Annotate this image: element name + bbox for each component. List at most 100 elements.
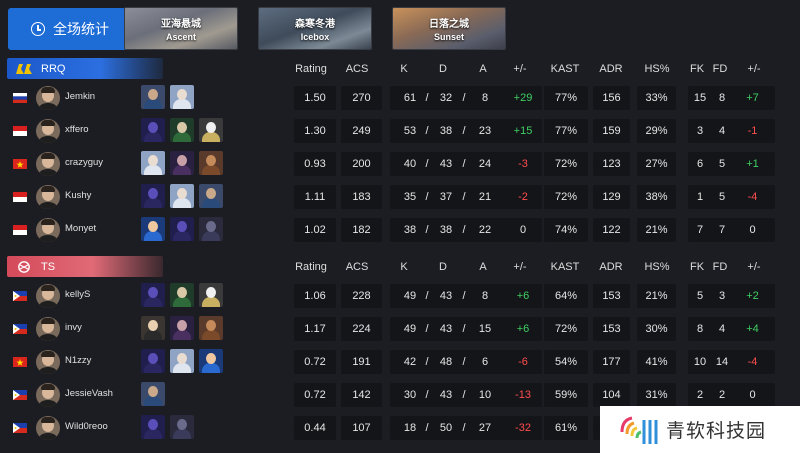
kast-cell: 77% [544, 119, 588, 143]
fk-diff-cell: +4 [730, 317, 775, 341]
flag-ph-icon [13, 390, 27, 400]
agent-omen2-icon [199, 217, 223, 241]
assists: 8 [481, 290, 489, 302]
kda-separator: / [462, 323, 466, 335]
map-tab-sunset[interactable]: 日落之城 Sunset [392, 7, 506, 50]
rrq-logo-icon [16, 63, 32, 74]
team-header: TS [7, 256, 163, 277]
assists: 10 [478, 389, 492, 401]
player-name[interactable]: Monyet [65, 223, 96, 234]
kills: 18 [403, 422, 417, 434]
kda-cell: 42 / 48 / 6 [390, 350, 507, 374]
agent-viper-icon [170, 283, 194, 307]
map-name-cn: 森寒冬港 [295, 19, 335, 30]
assists: 8 [481, 92, 489, 104]
player-avatar [36, 317, 60, 341]
fk-fd-cell: 22 [688, 383, 733, 407]
first-kills: 5 [696, 290, 704, 302]
column-header[interactable]: ACS [332, 63, 382, 75]
player-row[interactable]: kellyS 1.06 228 49/43/8 +6 64% 153 21% 5 3 +2 [7, 282, 792, 310]
player-row[interactable]: Monyet 1.02 182 38/38/22 0 74% 122 21% 7 7 0 [7, 216, 792, 244]
column-header[interactable]: Rating [286, 261, 336, 273]
player-avatar [36, 350, 60, 374]
agent-sova-icon [199, 184, 223, 208]
player-name[interactable]: N1zzy [65, 355, 91, 366]
player-name[interactable]: Wild0reoo [65, 421, 108, 432]
kills: 30 [403, 389, 417, 401]
column-header[interactable]: ADR [586, 63, 636, 75]
kda-separator: / [425, 356, 429, 368]
column-header[interactable]: +/- [495, 63, 545, 75]
kd-diff-cell: 0 [504, 218, 542, 242]
player-name[interactable]: xffero [65, 124, 89, 135]
kda-separator: / [462, 92, 466, 104]
agent-omen-icon [170, 217, 194, 241]
rating-cell: 0.72 [294, 383, 336, 407]
player-name[interactable]: Kushy [65, 190, 91, 201]
kda-separator: / [462, 422, 466, 434]
player-row[interactable]: Jemkin 1.50 270 61 / 32 / 8 +29 77% 156 33% 15 8 +7 [7, 84, 792, 112]
map-tab-ascent[interactable]: 亚海悬城 Ascent [124, 7, 238, 50]
column-header[interactable]: ACS [332, 261, 382, 273]
first-deaths: 4 [718, 125, 726, 137]
player-row[interactable]: Kushy 1.11 183 35/37/21 -2 72% 129 38% 1 5 -4 [7, 183, 792, 211]
kda-separator: / [425, 290, 429, 302]
fk-fd-cell: 15 8 [688, 86, 733, 110]
player-row[interactable]: JessieVash 0.72 142 30/43/10 -13 59% 104 31% 2 2 0 [7, 381, 792, 409]
column-header[interactable]: +/- [729, 261, 779, 273]
adr-cell: 104 [593, 383, 630, 407]
player-avatar [36, 284, 60, 308]
agent-jett-icon [170, 349, 194, 373]
player-row[interactable]: xffero 1.30 249 53/38/23 +15 77% 159 29% 3 4 -1 [7, 117, 792, 145]
player-name[interactable]: crazyguy [65, 157, 103, 168]
hs-cell: 31% [637, 383, 676, 407]
hs-cell: 41% [637, 350, 676, 374]
hs-cell: 21% [637, 218, 676, 242]
acs-cell: 191 [341, 350, 382, 374]
kills: 61 [403, 92, 417, 104]
column-header[interactable]: +/- [729, 63, 779, 75]
agent-sova-icon [141, 85, 165, 109]
player-name[interactable]: Jemkin [65, 91, 95, 102]
kda-separator: / [425, 92, 429, 104]
kda-separator: / [462, 125, 466, 137]
acs-cell: 183 [341, 185, 382, 209]
fk-diff-cell: +1 [730, 152, 775, 176]
fk-diff-cell: +2 [730, 284, 775, 308]
kills: 49 [403, 323, 417, 335]
kd-diff-cell: -13 [504, 383, 542, 407]
kda-separator: / [425, 191, 429, 203]
assists: 24 [478, 158, 492, 170]
player-name[interactable]: kellyS [65, 289, 90, 300]
acs-cell: 182 [341, 218, 382, 242]
column-header[interactable]: KAST [540, 63, 590, 75]
kda-cell: 53 / 38 / 23 [390, 119, 507, 143]
first-kills: 2 [696, 389, 704, 401]
watermark-text: 青软科技园 [666, 420, 767, 442]
player-row[interactable]: invy 1.17 224 49/43/15 +6 72% 153 30% 8 4 +4 [7, 315, 792, 343]
rating-cell: 0.93 [294, 152, 336, 176]
player-row[interactable]: N1zzy 0.72 191 42 / 48 / 6 -6 54% 177 41% 10 14 -4 [7, 348, 792, 376]
player-name[interactable]: invy [65, 322, 82, 333]
column-header[interactable]: KAST [540, 261, 590, 273]
kda-separator: / [425, 323, 429, 335]
kda-separator: / [462, 191, 466, 203]
agent-omen-icon [141, 118, 165, 142]
deaths: 50 [439, 422, 453, 434]
all-stats-button[interactable]: 全场统计 [8, 8, 132, 50]
player-name[interactable]: JessieVash [65, 388, 113, 399]
column-header[interactable]: Rating [286, 63, 336, 75]
column-header[interactable]: +/- [495, 261, 545, 273]
kda-separator: / [462, 290, 466, 302]
first-kills: 7 [696, 224, 704, 236]
column-header[interactable]: ADR [586, 261, 636, 273]
kills: 40 [403, 158, 417, 170]
hs-cell: 30% [637, 317, 676, 341]
player-row[interactable]: crazyguy 0.93 200 40/43/24 -3 72% 123 27% 6 5 +1 [7, 150, 792, 178]
kda-separator: / [462, 356, 466, 368]
agent-reyna-icon [170, 151, 194, 175]
deaths: 43 [439, 323, 453, 335]
map-tab-icebox[interactable]: 森寒冬港 Icebox [258, 7, 372, 50]
fk-fd-cell: 53 [688, 284, 733, 308]
first-deaths: 4 [718, 323, 726, 335]
